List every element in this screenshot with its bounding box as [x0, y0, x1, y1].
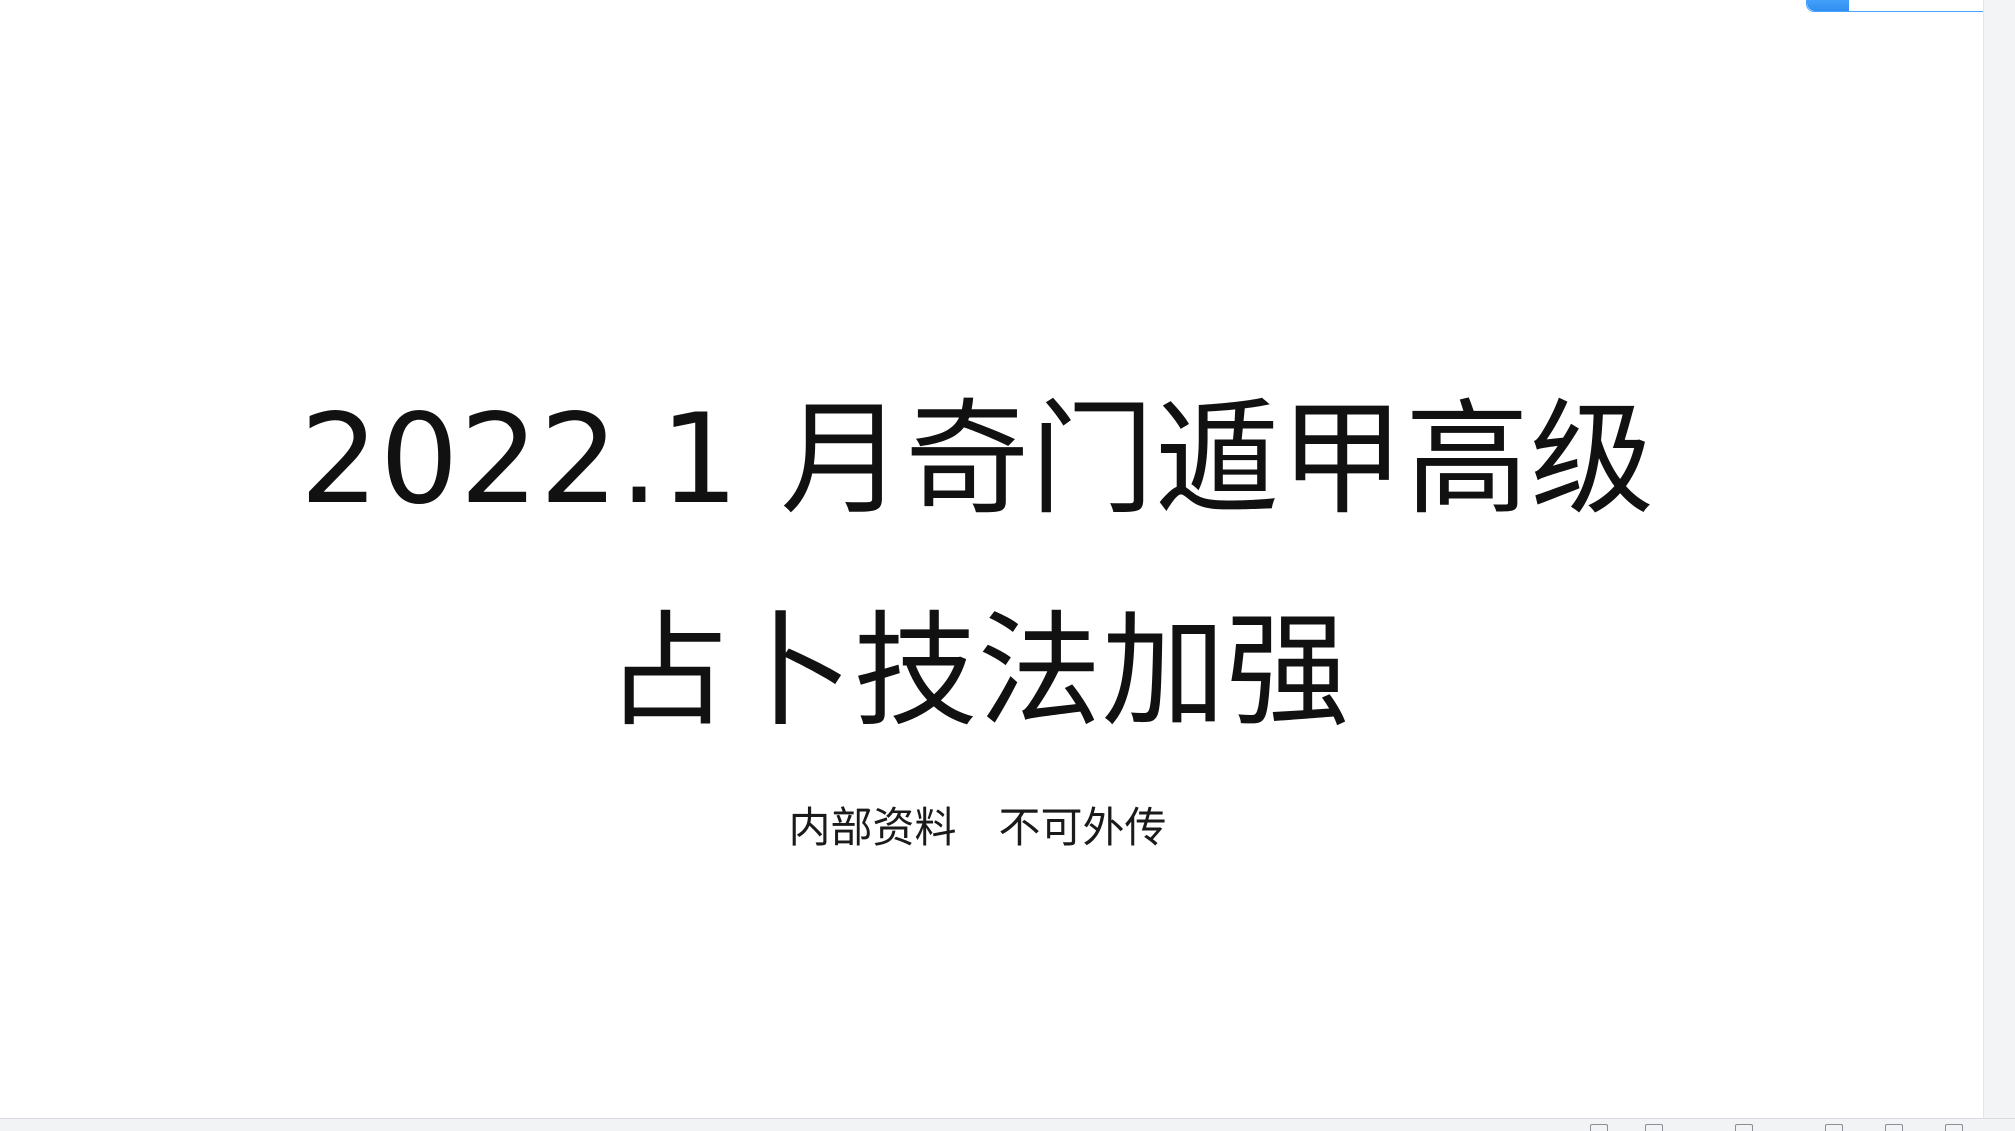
document-page: 2022.1 月奇门遁甲高级 占卜技法加强 内部资料 不可外传: [0, 0, 1998, 1118]
panel-icon[interactable]: [1885, 1124, 1903, 1131]
vertical-scrollbar[interactable]: [1983, 0, 2015, 1118]
panel-icon[interactable]: [1735, 1124, 1753, 1131]
document-title-line-1: 2022.1 月奇门遁甲高级: [299, 388, 1656, 532]
panel-icon[interactable]: [1825, 1124, 1843, 1131]
loading-progress-fill: [1807, 0, 1849, 11]
grid-icon[interactable]: [1645, 1124, 1663, 1131]
page-icon[interactable]: [1590, 1124, 1608, 1131]
document-title-line-2: 占卜技法加强: [605, 600, 1350, 744]
status-bar: [0, 1118, 2015, 1131]
document-subtitle: 内部资料 不可外传: [788, 803, 1167, 852]
loading-progress: [1806, 0, 1998, 12]
panel-icon[interactable]: [1945, 1124, 1963, 1131]
